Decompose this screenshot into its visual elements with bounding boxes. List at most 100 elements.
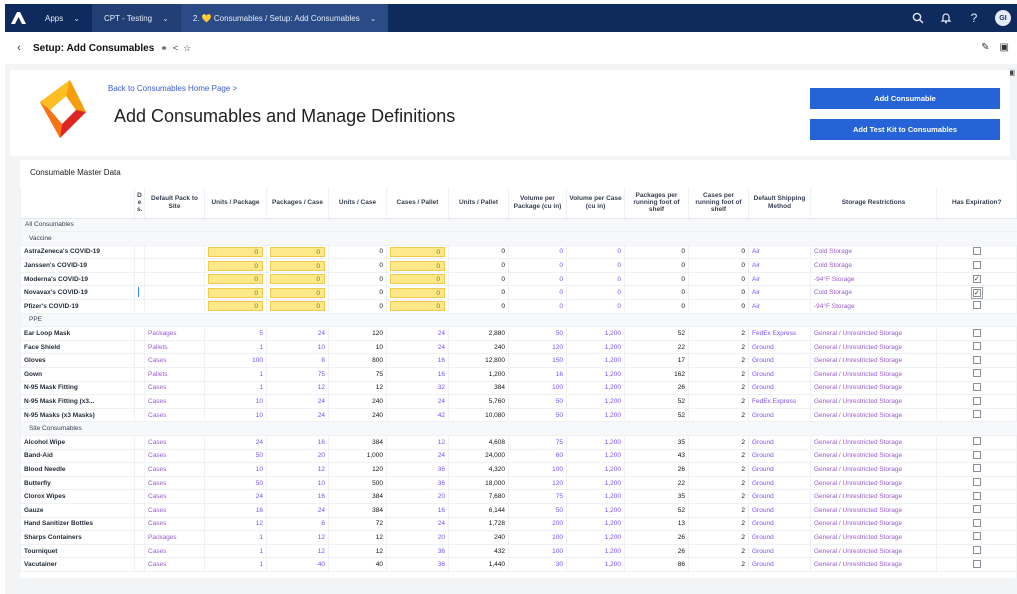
has-expiration-cell[interactable]	[936, 299, 1017, 314]
units-per-package-cell[interactable]: 0	[204, 258, 267, 273]
column-header[interactable]: Units / Package	[204, 188, 267, 219]
share-icon[interactable]: <	[173, 43, 178, 54]
units-per-package-cell[interactable]: 10	[204, 394, 267, 409]
table-row[interactable]: Janssen's COVID-19 0 0 0 0 0 0 0 0 0 Air Cold Stora…	[20, 258, 1017, 273]
units-per-package-cell[interactable]: 16	[204, 503, 267, 518]
shipping-method-cell[interactable]: Ground	[748, 462, 811, 477]
description-cell[interactable]	[134, 530, 145, 545]
column-header[interactable]: Has Expiration?	[936, 188, 1017, 219]
expiration-checkbox[interactable]: ✓	[970, 286, 983, 299]
default-pack-cell[interactable]	[144, 272, 205, 287]
cases-per-pallet-cell[interactable]: 36	[386, 544, 449, 559]
description-cell[interactable]	[134, 340, 145, 355]
storage-restrictions-cell[interactable]: General / Unrestricted Storage	[810, 489, 937, 504]
star-icon[interactable]: ☆	[183, 43, 191, 54]
volume-per-case-cell[interactable]: 0	[566, 299, 625, 314]
app-logo-icon[interactable]	[5, 4, 33, 32]
packages-per-case-cell[interactable]: 16	[266, 489, 329, 504]
shipping-method-cell[interactable]: Air	[748, 272, 811, 287]
cases-per-pallet-cell[interactable]: 42	[386, 408, 449, 423]
expiration-checkbox[interactable]	[972, 505, 981, 514]
units-per-package-cell[interactable]: 0	[204, 272, 267, 287]
table-row[interactable]: Hand Sanitizer Bottles Cases 12 6 72 24 1,728 2…	[20, 517, 1017, 532]
cases-per-pallet-cell[interactable]: 12	[386, 435, 449, 450]
shipping-method-cell[interactable]: Ground	[748, 367, 811, 382]
shipping-method-cell[interactable]: Ground	[748, 476, 811, 491]
column-header[interactable]: Volume per Case (cu in)	[566, 188, 625, 219]
default-pack-cell[interactable]: Cases	[144, 503, 205, 518]
packages-per-case-cell[interactable]: 24	[266, 326, 329, 341]
storage-restrictions-cell[interactable]: General / Unrestricted Storage	[810, 367, 937, 382]
storage-restrictions-cell[interactable]: General / Unrestricted Storage	[810, 435, 937, 450]
volume-per-case-cell[interactable]: 1,200	[566, 394, 625, 409]
packages-per-case-cell[interactable]: 12	[266, 530, 329, 545]
avatar[interactable]: GI	[995, 10, 1011, 26]
table-row[interactable]: Alcohol Wipe Cases 24 16 384 12 4,608 75 1,200 35…	[20, 435, 1017, 450]
add-consumable-button[interactable]: Add Consumable	[810, 88, 1000, 109]
expiration-checkbox[interactable]: ✓	[972, 275, 981, 284]
shipping-method-cell[interactable]: Air	[748, 285, 811, 301]
column-header[interactable]: D e s.	[134, 188, 145, 219]
expiration-checkbox[interactable]	[972, 532, 981, 541]
volume-per-case-cell[interactable]: 1,200	[566, 544, 625, 559]
volume-per-package-cell[interactable]: 75	[508, 435, 567, 450]
shipping-method-cell[interactable]: Ground	[748, 544, 811, 559]
units-per-package-cell[interactable]: 5	[204, 326, 267, 341]
volume-per-package-cell[interactable]: 0	[508, 272, 567, 287]
packages-per-case-cell[interactable]: 24	[266, 394, 329, 409]
units-per-package-cell[interactable]: 100	[204, 353, 267, 369]
description-cell[interactable]	[134, 435, 145, 450]
shipping-method-cell[interactable]: Ground	[748, 489, 811, 504]
default-pack-cell[interactable]: Cases	[144, 394, 205, 409]
volume-per-case-cell[interactable]: 1,200	[566, 353, 625, 369]
has-expiration-cell[interactable]	[936, 503, 1017, 518]
shipping-method-cell[interactable]: Ground	[748, 557, 811, 572]
storage-restrictions-cell[interactable]: General / Unrestricted Storage	[810, 557, 937, 572]
packages-per-case-cell[interactable]: 6	[266, 517, 329, 532]
cases-per-pallet-cell[interactable]: 16	[386, 353, 449, 369]
default-pack-cell[interactable]: Pallets	[144, 340, 205, 355]
description-cell[interactable]	[134, 381, 145, 396]
shipping-method-cell[interactable]: Ground	[748, 449, 811, 464]
group-row[interactable]: Site Consumables	[20, 421, 1017, 436]
packages-per-case-cell[interactable]: 20	[266, 449, 329, 464]
cases-per-pallet-cell[interactable]: 20	[386, 489, 449, 504]
storage-restrictions-cell[interactable]: General / Unrestricted Storage	[810, 530, 937, 545]
default-pack-cell[interactable]: Cases	[144, 462, 205, 477]
has-expiration-cell[interactable]	[936, 340, 1017, 355]
expiration-checkbox[interactable]	[972, 518, 981, 527]
volume-per-case-cell[interactable]: 1,200	[566, 381, 625, 396]
volume-per-case-cell[interactable]: 1,200	[566, 517, 625, 532]
table-row[interactable]: Clorox Wipes Cases 24 16 384 20 7,680 75 1,200 35…	[20, 489, 1017, 504]
table-row[interactable]: Face Shield Pallets 1 10 10 24 240 120 1,200 22 2 G…	[20, 340, 1017, 355]
has-expiration-cell[interactable]: ✓	[936, 285, 1017, 301]
expiration-checkbox[interactable]	[972, 546, 981, 555]
volume-per-case-cell[interactable]: 0	[566, 245, 625, 260]
volume-per-case-cell[interactable]: 0	[566, 272, 625, 287]
expiration-checkbox[interactable]	[972, 464, 981, 473]
units-per-package-cell[interactable]: 0	[204, 299, 267, 314]
expiration-checkbox[interactable]	[972, 328, 981, 337]
volume-per-package-cell[interactable]: 100	[508, 462, 567, 477]
units-per-package-cell[interactable]: 50	[204, 449, 267, 464]
packages-per-case-cell[interactable]: 0	[266, 258, 329, 273]
storage-restrictions-cell[interactable]: General / Unrestricted Storage	[810, 544, 937, 559]
table-row[interactable]: N-95 Masks (x3 Masks) Cases 10 24 240 42 10,08…	[20, 408, 1017, 423]
expiration-checkbox[interactable]	[972, 382, 981, 391]
has-expiration-cell[interactable]	[936, 517, 1017, 532]
description-cell[interactable]	[134, 489, 145, 504]
volume-per-package-cell[interactable]: 50	[508, 503, 567, 518]
volume-per-package-cell[interactable]: 30	[508, 557, 567, 572]
column-header[interactable]: Units / Pallet	[448, 188, 509, 219]
apps-menu[interactable]: Apps ⌄	[33, 4, 92, 32]
default-pack-cell[interactable]: Cases	[144, 435, 205, 450]
packages-per-case-cell[interactable]: 24	[266, 503, 329, 518]
group-row[interactable]: PPE	[20, 313, 1017, 328]
volume-per-package-cell[interactable]: 200	[508, 517, 567, 532]
description-cell[interactable]	[134, 258, 145, 273]
table-row[interactable]: Sharps Containers Packages 1 12 12 20 240 100 1,…	[20, 530, 1017, 545]
back-chevron-icon[interactable]: ‹	[5, 42, 33, 54]
description-cell[interactable]	[134, 245, 145, 260]
group-row[interactable]: Vaccine	[20, 231, 1017, 246]
expiration-checkbox[interactable]	[972, 260, 981, 269]
